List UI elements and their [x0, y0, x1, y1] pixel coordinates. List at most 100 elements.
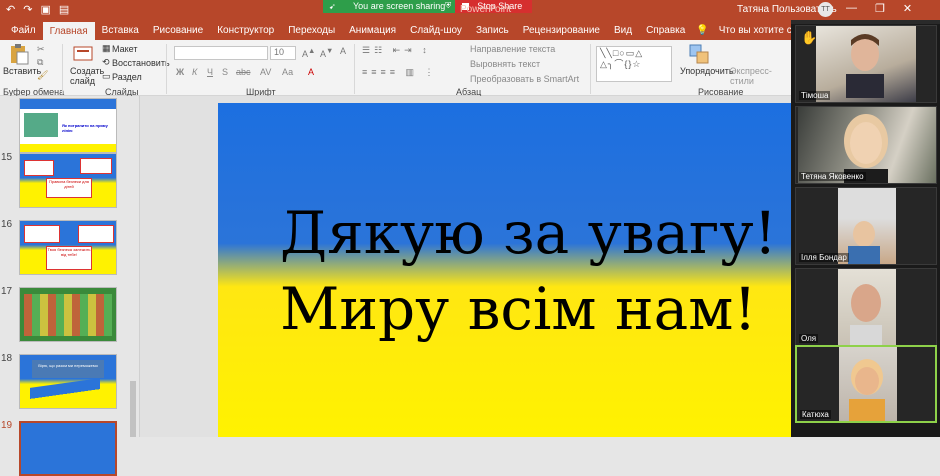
- raised-hand-icon: ✋: [801, 30, 818, 45]
- new-slide-button[interactable]: Создать слайд: [70, 66, 104, 86]
- tab-help[interactable]: Справка: [639, 25, 692, 40]
- participant-name: Оля: [799, 334, 819, 343]
- underline-button[interactable]: Ч: [207, 67, 213, 77]
- copy-icon[interactable]: ⧉: [37, 57, 43, 68]
- participant-figure: [850, 284, 882, 345]
- quick-access-toolbar: ↶ ↷ ▣ ▤: [6, 3, 69, 16]
- font-size-field[interactable]: 10: [270, 46, 296, 60]
- thumb-caption: Як потрапити на пряму лінію: [62, 123, 108, 133]
- participant-tile[interactable]: ✋ Тімоша: [795, 25, 937, 103]
- clear-format-icon[interactable]: А: [340, 46, 346, 56]
- participant-tile[interactable]: Оля: [795, 268, 937, 346]
- paste-button[interactable]: Вставить: [3, 66, 41, 76]
- layout-button[interactable]: Макет: [112, 44, 137, 54]
- thumbnail-scrollbar[interactable]: [128, 96, 138, 437]
- undo-icon[interactable]: ↶: [6, 3, 15, 16]
- arrange-icon[interactable]: [688, 43, 710, 65]
- char-spacing-icon[interactable]: AV: [260, 67, 271, 77]
- slide-thumbnail[interactable]: Правила безпеки для дітей: [19, 153, 117, 208]
- slide-thumbnail-pane: Як потрапити на пряму лінію 15 Правила б…: [0, 96, 140, 476]
- italic-button[interactable]: К: [192, 67, 197, 77]
- font-name-field[interactable]: [174, 46, 268, 60]
- tab-home[interactable]: Главная: [42, 22, 95, 40]
- close-icon[interactable]: ✕: [903, 2, 912, 15]
- paste-icon[interactable]: [8, 43, 30, 65]
- smartart-button[interactable]: Преобразовать в SmartArt: [470, 74, 579, 84]
- slideshow-icon[interactable]: ▤: [59, 3, 69, 16]
- arrange-button[interactable]: Упорядочить: [680, 66, 734, 76]
- slide-title-line2[interactable]: Миру всім нам!: [280, 275, 757, 343]
- save-icon[interactable]: ▣: [40, 3, 50, 16]
- thumb-flag: [30, 378, 100, 408]
- text-direction-button[interactable]: Направление текста: [470, 44, 555, 54]
- minimize-icon[interactable]: —: [846, 2, 857, 15]
- quick-styles-button[interactable]: Экспресс-стили: [730, 66, 772, 86]
- tab-review[interactable]: Рецензирование: [516, 25, 607, 40]
- participant-tile[interactable]: Ілля Бондар: [795, 187, 937, 265]
- shadow-button[interactable]: S: [222, 67, 228, 77]
- cut-icon[interactable]: ✂: [37, 44, 45, 55]
- slide-number: 15: [1, 152, 13, 163]
- thumb-board-game: [24, 294, 112, 336]
- tab-draw[interactable]: Рисование: [146, 25, 210, 40]
- thumb-banner: [20, 99, 116, 109]
- window-controls: — ❐ ✕: [846, 2, 912, 15]
- grow-font-icon[interactable]: A▲: [302, 46, 315, 59]
- section-button[interactable]: Раздел: [112, 72, 142, 82]
- slide-thumbnail[interactable]: [19, 287, 117, 342]
- participant-tile-active-speaker[interactable]: Катюха: [795, 345, 937, 423]
- participant-figure: [846, 34, 884, 98]
- reset-button[interactable]: Восстановить: [112, 58, 170, 68]
- change-case-button[interactable]: Аа: [282, 67, 293, 77]
- shapes-gallery[interactable]: ╲╲□○▭△ △╮⌒{}☆: [596, 46, 672, 82]
- slide-number: 19: [1, 420, 13, 431]
- tab-view[interactable]: Вид: [607, 25, 639, 40]
- new-slide-icon[interactable]: [72, 43, 94, 65]
- list-buttons-icon[interactable]: ☰☷ ⇤⇥ ↕: [362, 45, 431, 56]
- thumb-caption: Твоя безпека залежить від тебе!: [46, 246, 92, 270]
- participant-name: Тетяна Яковенко: [799, 172, 866, 181]
- tab-slideshow[interactable]: Слайд-шоу: [403, 25, 469, 40]
- participant-name: Ілля Бондар: [799, 253, 849, 262]
- slide-number: 16: [1, 219, 13, 230]
- avatar[interactable]: TT: [818, 2, 833, 17]
- thumb-photo: [24, 113, 58, 137]
- share-icon: ➹: [329, 2, 336, 11]
- tab-design[interactable]: Конструктор: [210, 25, 281, 40]
- slide-number: 17: [1, 286, 13, 297]
- bold-button[interactable]: Ж: [176, 67, 184, 77]
- strikethrough-button[interactable]: abc: [236, 67, 251, 77]
- gallery-header: [791, 20, 940, 24]
- participant-figure: [848, 221, 880, 264]
- participant-tile[interactable]: Тетяна Яковенко: [795, 106, 937, 184]
- tab-insert[interactable]: Вставка: [95, 25, 146, 40]
- shield-icon: ⛨: [445, 1, 452, 10]
- layout-icon: ▦: [102, 43, 111, 53]
- slide-thumbnail-selected[interactable]: [19, 421, 117, 476]
- restore-icon[interactable]: ❐: [875, 2, 885, 15]
- thumb-card: [78, 225, 114, 243]
- align-text-button[interactable]: Выровнять текст: [470, 59, 540, 69]
- tab-transitions[interactable]: Переходы: [281, 25, 342, 40]
- window-title: PowerPoint: [460, 4, 512, 15]
- redo-icon[interactable]: ↷: [23, 3, 32, 16]
- scrollbar-thumb[interactable]: [130, 381, 136, 437]
- slide-thumbnail[interactable]: Вірю, що разом ми переможемо: [19, 354, 117, 409]
- participant-figure: [849, 359, 885, 421]
- slide-thumbnail[interactable]: Як потрапити на пряму лінію: [19, 98, 117, 153]
- align-buttons-icon[interactable]: ≡≡≡≡ ▥ ⋮: [362, 67, 438, 78]
- tab-animations[interactable]: Анимация: [342, 25, 403, 40]
- format-painter-icon[interactable]: 🖌: [37, 70, 48, 81]
- group-divider: [590, 44, 591, 94]
- sharing-label: You are screen sharing: [353, 1, 446, 11]
- tab-file[interactable]: Файл: [4, 25, 43, 40]
- slide-title-line1[interactable]: Дякую за увагу!: [280, 199, 777, 267]
- thumb-card: [24, 160, 54, 176]
- thumb-card: [24, 225, 60, 243]
- sharing-indicator[interactable]: ➹ You are screen sharing ⛨: [323, 0, 456, 13]
- thumb-footer: [20, 144, 116, 152]
- tab-record[interactable]: Запись: [469, 25, 516, 40]
- slide-thumbnail[interactable]: Твоя безпека залежить від тебе!: [19, 220, 117, 275]
- shrink-font-icon[interactable]: A▼: [320, 46, 333, 59]
- font-color-icon[interactable]: A: [308, 67, 314, 77]
